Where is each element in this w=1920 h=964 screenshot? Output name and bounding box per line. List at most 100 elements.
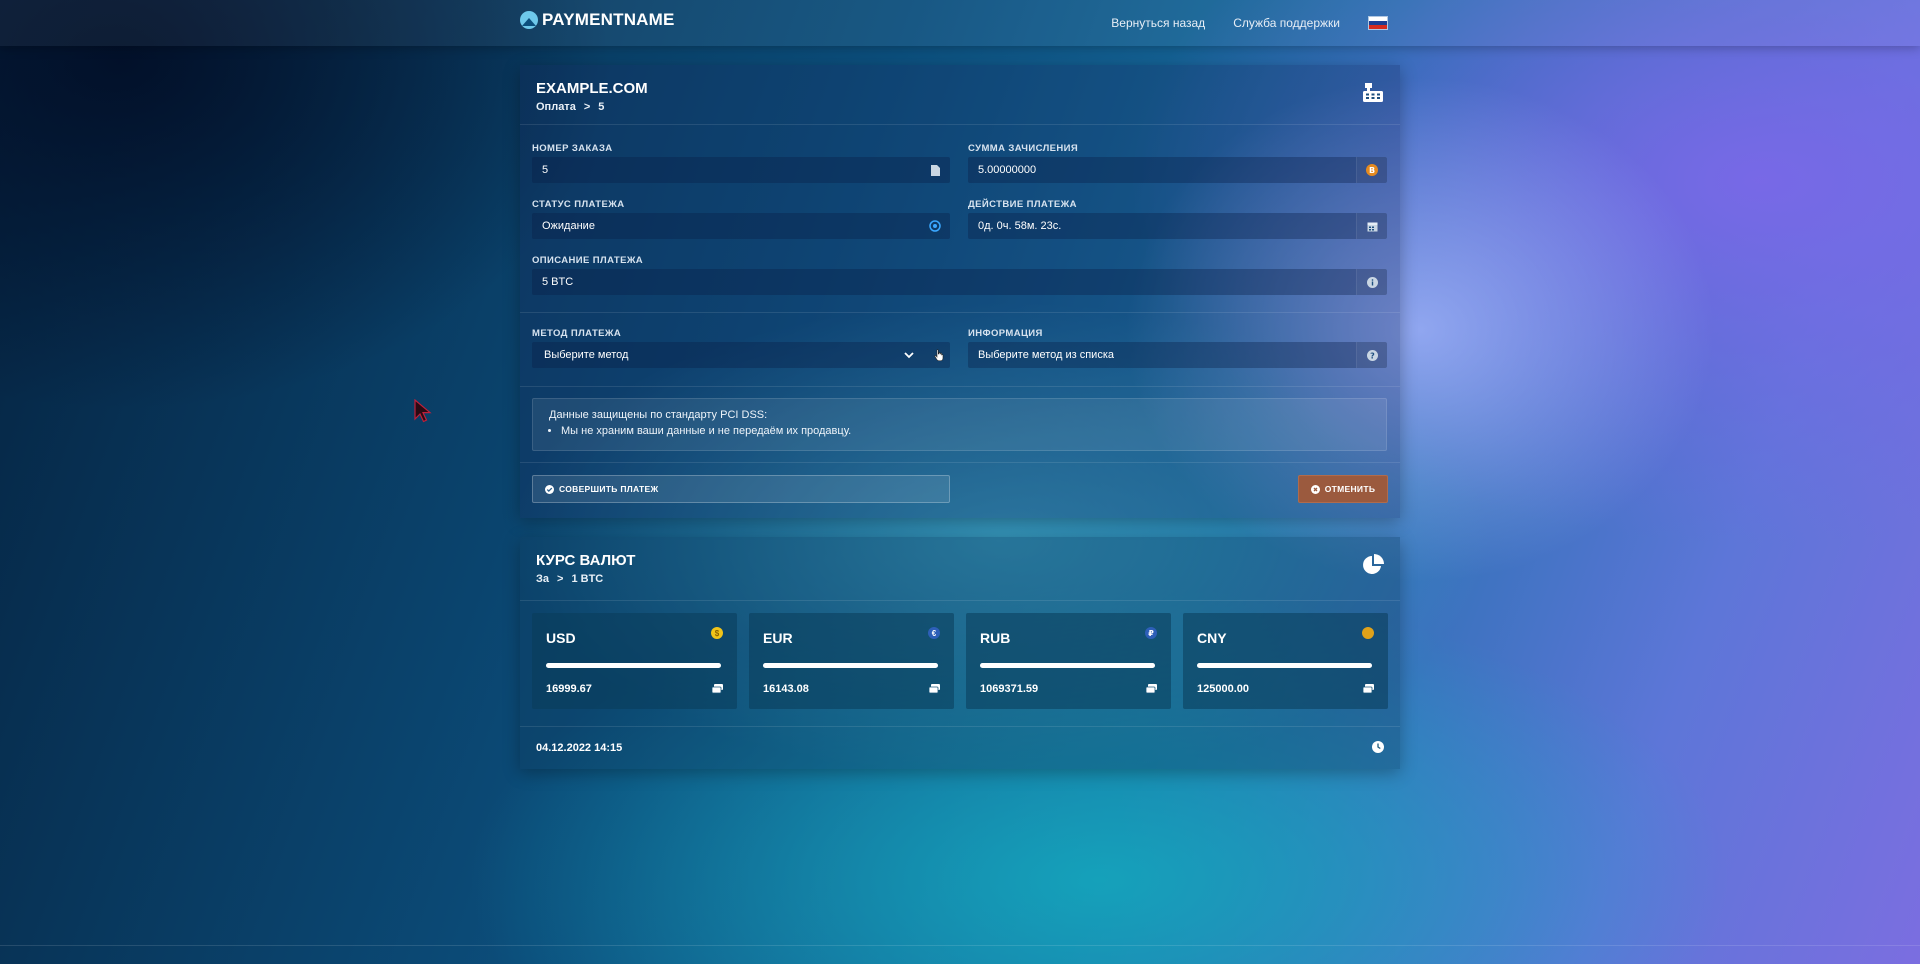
pay-button[interactable]: Совершить платеж (532, 475, 950, 503)
method-label: Метод платежа (532, 328, 622, 339)
validity-value: 0д. 0ч. 58м. 23с. (978, 220, 1062, 232)
svg-text:?: ? (1370, 351, 1375, 360)
notice-list: Мы не храним ваши данные и не передаём и… (549, 425, 1370, 437)
rate-progress-bar (980, 663, 1155, 668)
pie-chart-icon (1362, 554, 1384, 581)
bitcoin-icon: B (1356, 157, 1387, 183)
dollar-coin-icon: $ (711, 627, 723, 639)
currency-amount: 125000.00 (1197, 683, 1249, 695)
divider (520, 462, 1400, 463)
currency-amount: 16999.67 (546, 683, 592, 695)
pay-button-label: Совершить платеж (559, 484, 659, 494)
breadcrumb-separator: > (557, 573, 564, 585)
currency-card-eur: EUR € 16143.08 (749, 613, 954, 709)
info-icon (1356, 269, 1387, 295)
status-value: Ожидание (542, 220, 595, 232)
clock-icon (1372, 740, 1384, 758)
ruble-coin-icon: ₽ (1145, 627, 1157, 639)
euro-coin-icon: € (928, 627, 940, 639)
method-selected[interactable]: Выберите метод (544, 349, 904, 361)
brand-name: PAYMENTNAME (542, 10, 675, 29)
rate-progress-bar (763, 663, 938, 668)
hand-pointer-icon[interactable] (928, 342, 950, 368)
money-icon (1362, 681, 1374, 699)
cash-register-icon (1362, 82, 1384, 109)
status-field: Ожидание (532, 213, 950, 239)
breadcrumb: Оплата >5 (536, 101, 604, 113)
divider (520, 386, 1400, 387)
logo-icon (520, 11, 538, 29)
exchange-rates-card: КУРС ВАЛЮТ За >1 BTC USD $ 16999.67 EUR €… (520, 537, 1400, 769)
merchant-title: EXAMPLE.COM (536, 80, 648, 97)
description-field: 5 BTC (532, 269, 1387, 295)
currency-card-cny: CNY 125000.00 (1183, 613, 1388, 709)
order-number-field: 5 (532, 157, 950, 183)
currency-amount: 1069371.59 (980, 683, 1039, 695)
top-navbar: PAYMENTNAME Вернуться назад Служба подде… (0, 0, 1920, 46)
status-label: Статус платежа (532, 199, 625, 210)
breadcrumb-item: За (536, 573, 550, 585)
brand[interactable]: PAYMENTNAME (520, 10, 675, 30)
page-bottom-divider (0, 945, 1920, 946)
currency-code: RUB (980, 630, 1011, 646)
russia-flag-icon[interactable] (1368, 16, 1388, 30)
currency-amount: 16143.08 (763, 683, 809, 695)
info-value: Выберите метод из списка (978, 349, 1114, 361)
cancel-button[interactable]: Отменить (1298, 475, 1388, 503)
rates-updated-time: 04.12.2022 14:15 (536, 742, 623, 754)
question-icon: ? (1356, 342, 1387, 368)
rate-progress-bar (1197, 663, 1372, 668)
order-number-value: 5 (542, 164, 549, 176)
breadcrumb-separator: > (583, 101, 591, 113)
rate-progress-fill (1197, 663, 1372, 668)
target-icon (920, 213, 950, 239)
breadcrumb-item: 5 (598, 101, 605, 113)
rates-title: КУРС ВАЛЮТ (536, 552, 636, 569)
rate-progress-fill (980, 663, 1155, 668)
divider (520, 726, 1400, 727)
cancel-button-label: Отменить (1324, 484, 1376, 494)
currency-card-rub: RUB ₽ 1069371.59 (966, 613, 1171, 709)
info-field: Выберите метод из списка ? (968, 342, 1387, 368)
support-link[interactable]: Служба поддержки (1233, 16, 1340, 30)
yuan-coin-icon (1362, 627, 1374, 639)
credit-amount-field: 5.00000000 B (968, 157, 1387, 183)
divider (520, 600, 1400, 601)
nav-links: Вернуться назад Служба поддержки (1111, 16, 1388, 30)
validity-label: Действие платежа (968, 199, 1077, 210)
mouse-pointer-icon (414, 398, 432, 428)
rate-progress-fill (763, 663, 938, 668)
description-value: 5 BTC (542, 276, 574, 288)
notice-item: Мы не храним ваши данные и не передаём и… (561, 425, 1370, 437)
rates-breadcrumb: За >1 BTC (536, 573, 603, 585)
description-label: Описание платежа (532, 255, 644, 266)
svg-text:B: B (1369, 166, 1375, 175)
credit-amount-value: 5.00000000 (978, 164, 1037, 176)
divider (520, 312, 1400, 313)
money-icon (1145, 681, 1157, 699)
calendar-icon (1356, 213, 1387, 239)
credit-amount-label: Сумма зачисления (968, 143, 1079, 154)
payment-card: EXAMPLE.COM Оплата >5 Номер заказа 5 Сумм… (520, 65, 1400, 518)
money-icon (928, 681, 940, 699)
currency-code: EUR (763, 630, 793, 646)
check-circle-icon (545, 484, 554, 494)
chevron-down-icon[interactable] (904, 351, 914, 359)
validity-field: 0д. 0ч. 58м. 23с. (968, 213, 1387, 239)
rate-progress-fill (546, 663, 721, 668)
close-circle-icon (1310, 484, 1320, 494)
currency-card-usd: USD $ 16999.67 (532, 613, 737, 709)
money-icon (711, 681, 723, 699)
method-select[interactable]: Выберите метод (532, 342, 950, 368)
currency-code: CNY (1197, 630, 1227, 646)
divider (520, 124, 1400, 125)
breadcrumb-item: Оплата (536, 101, 576, 113)
file-icon (920, 157, 950, 183)
order-number-label: Номер заказа (532, 143, 613, 154)
currency-code: USD (546, 630, 576, 646)
notice-title: Данные защищены по стандарту PCI DSS: (549, 409, 768, 421)
rate-progress-bar (546, 663, 721, 668)
breadcrumb-item: 1 BTC (571, 573, 604, 585)
security-notice: Данные защищены по стандарту PCI DSS: Мы… (532, 398, 1387, 451)
back-link[interactable]: Вернуться назад (1111, 16, 1205, 30)
